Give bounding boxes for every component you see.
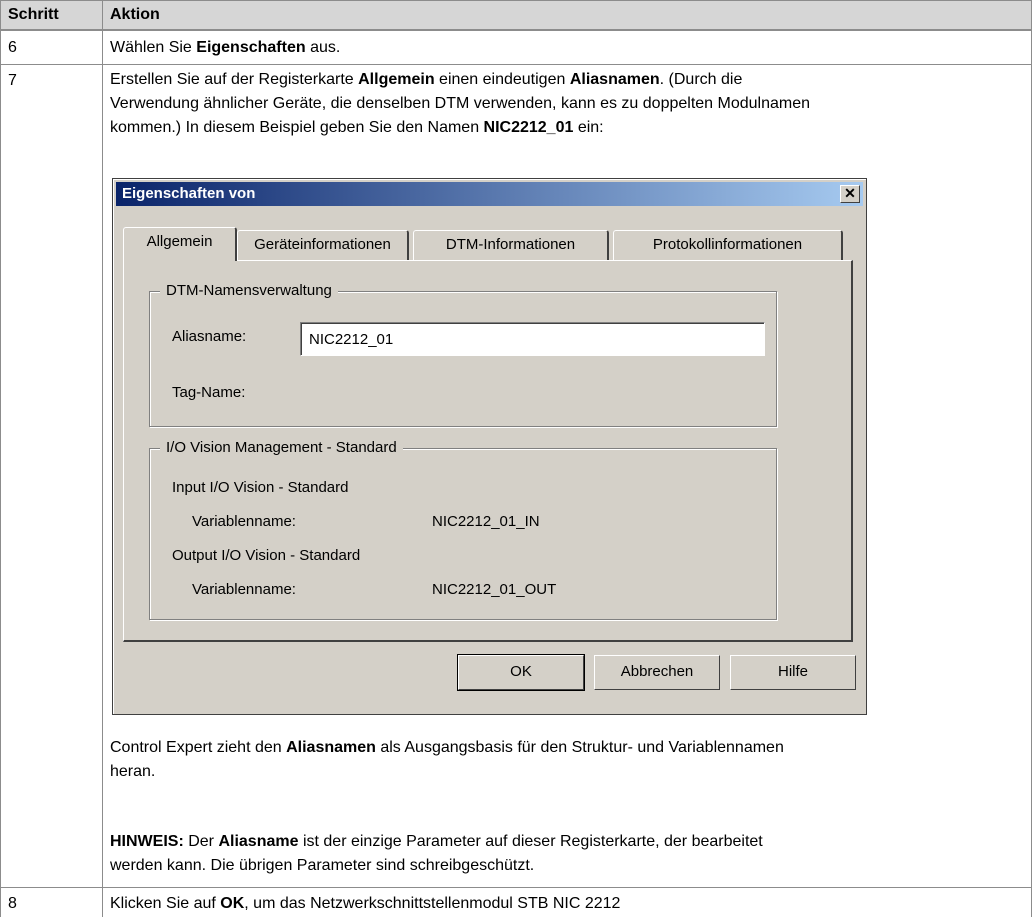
row-divider	[0, 64, 1032, 65]
table-column-divider	[102, 0, 103, 917]
help-button[interactable]: Hilfe	[730, 655, 856, 690]
row-divider	[0, 887, 1032, 888]
step-7-explanation: Control Expert zieht den Aliasnamen als …	[110, 739, 784, 780]
step-number: 6	[8, 39, 17, 56]
input-variable-value: NIC2212_01_IN	[432, 513, 540, 530]
output-io-vision-title: Output I/O Vision - Standard	[172, 547, 361, 564]
group-title: DTM-Namensverwaltung	[160, 282, 338, 299]
step-8-text: Klicken Sie auf OK, um das Netzwerkschni…	[110, 895, 621, 912]
cancel-button[interactable]: Abbrechen	[594, 655, 720, 690]
dialog-titlebar[interactable]: Eigenschaften von ✕	[116, 182, 863, 206]
header-aktion: Aktion	[110, 6, 160, 23]
step-number: 8	[8, 895, 17, 912]
output-variable-value: NIC2212_01_OUT	[432, 581, 557, 598]
tab-geraeteinformationen[interactable]: Geräteinformationen	[237, 230, 409, 260]
tab-dtm-informationen[interactable]: DTM-Informationen	[413, 230, 609, 260]
note-label: HINWEIS:	[110, 833, 184, 850]
close-button[interactable]: ✕	[840, 185, 860, 203]
input-variable-label: Variablenname:	[192, 513, 296, 530]
alias-label: Aliasname:	[172, 328, 247, 345]
group-dtm-namensverwaltung: DTM-Namensverwaltung Aliasname: Tag-Name…	[149, 282, 777, 427]
alias-input[interactable]	[300, 322, 765, 356]
step-6-text: Wählen Sie Eigenschaften aus.	[110, 39, 341, 56]
row-divider	[0, 30, 1032, 31]
header-schritt: Schritt	[8, 6, 59, 23]
step-number: 7	[8, 72, 17, 89]
output-variable-label: Variablenname:	[192, 581, 296, 598]
tab-allgemein[interactable]: Allgemein	[123, 227, 237, 261]
step-7-intro: Erstellen Sie auf der Registerkarte Allg…	[110, 71, 810, 136]
properties-dialog: Eigenschaften von ✕ Allgemein Geräteinfo…	[112, 178, 867, 715]
step-7-note: HINWEIS: Der Aliasname ist der einzige P…	[110, 833, 763, 874]
group-io-vision-management: I/O Vision Management - Standard Input I…	[149, 439, 777, 620]
group-title: I/O Vision Management - Standard	[160, 439, 403, 456]
ok-button[interactable]: OK	[457, 654, 585, 691]
table-border-left	[0, 0, 1, 917]
tab-panel: DTM-Namensverwaltung Aliasname: Tag-Name…	[123, 260, 853, 642]
dialog-title: Eigenschaften von	[122, 185, 256, 202]
tag-name-label: Tag-Name:	[172, 384, 246, 401]
input-io-vision-title: Input I/O Vision - Standard	[172, 479, 349, 496]
close-icon: ✕	[844, 185, 856, 201]
tab-protokollinformationen[interactable]: Protokollinformationen	[613, 230, 843, 260]
